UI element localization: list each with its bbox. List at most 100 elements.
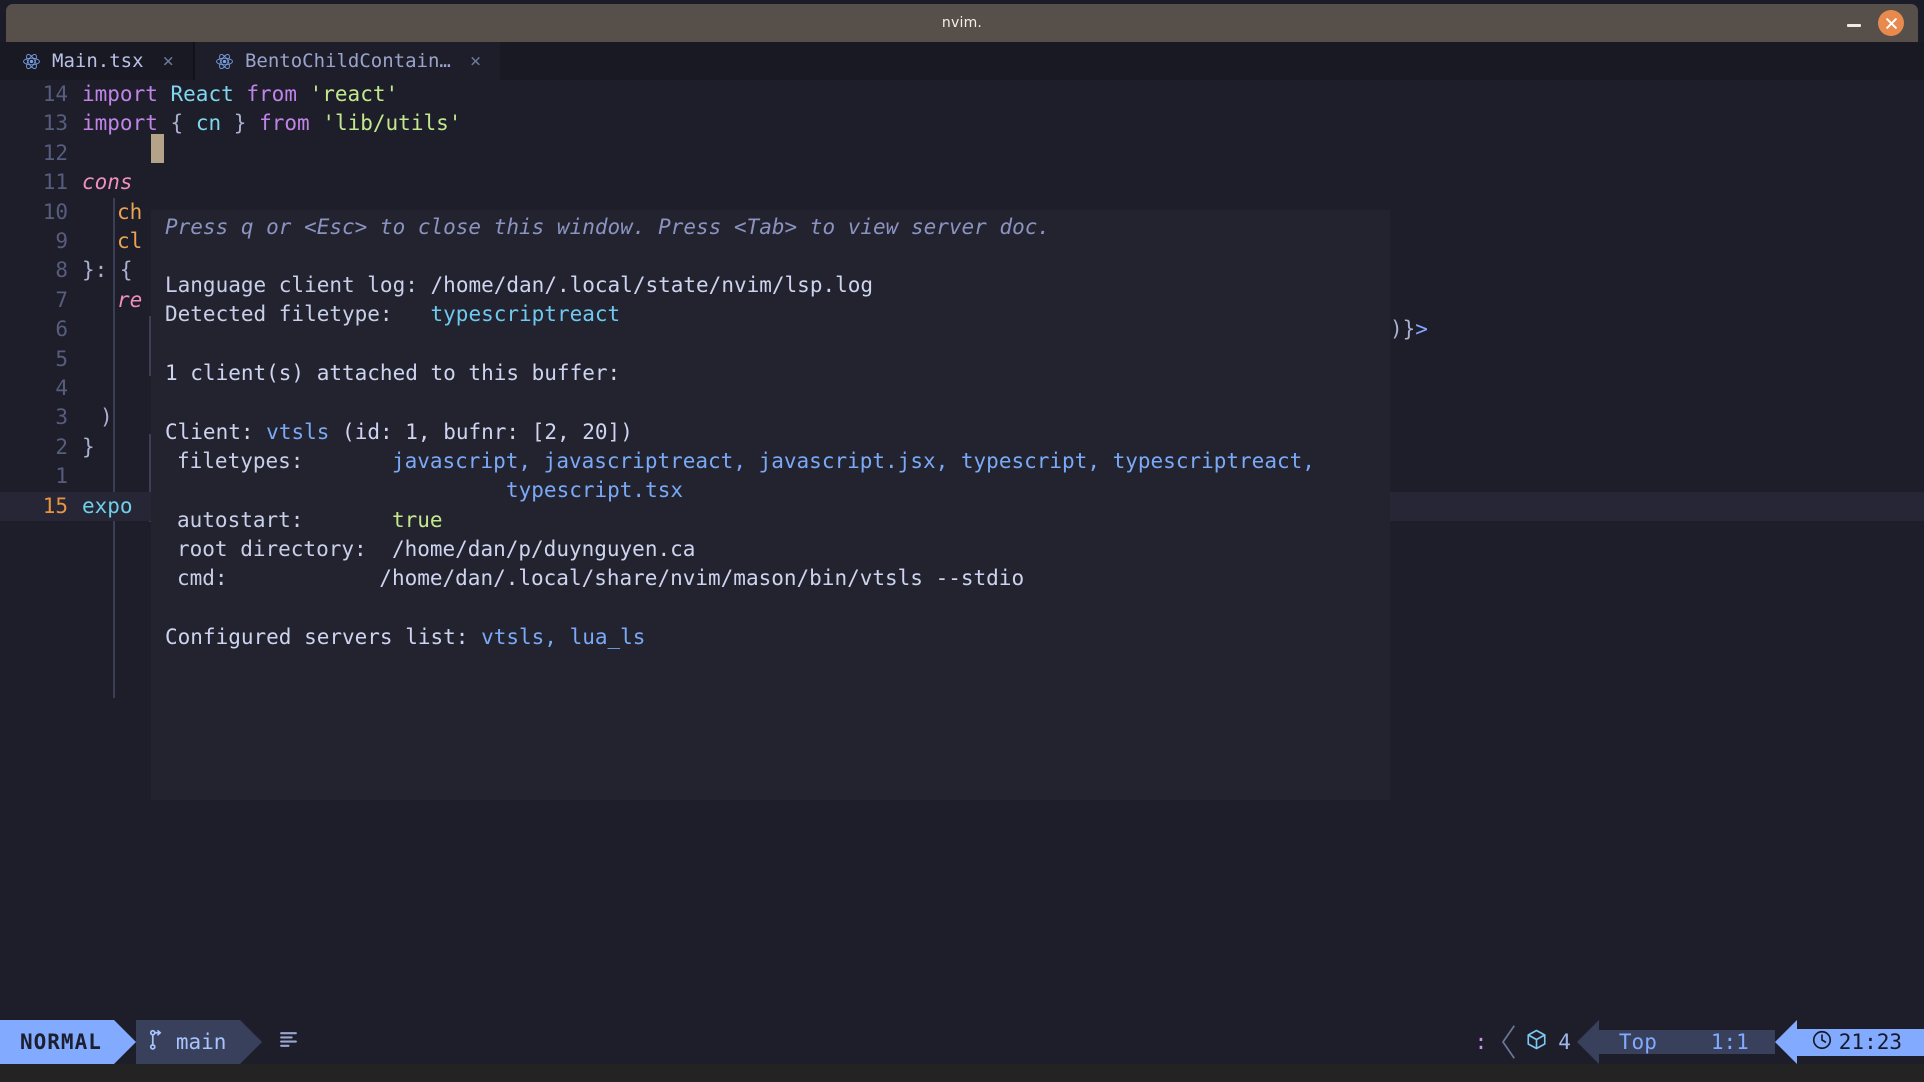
line-number: 9 [55, 229, 68, 253]
react-icon [215, 52, 234, 71]
nvim-window: nvim. Main.tsx × BentoChildContain… × 14… [0, 0, 1924, 1082]
token-import: import [82, 111, 158, 136]
token-import: import [82, 82, 158, 106]
token-brace-close: } [82, 434, 95, 459]
token-jsx-tail: )}> [1390, 317, 1428, 342]
line-number: 10 [42, 199, 68, 224]
package-count: 4 [1558, 1030, 1571, 1054]
token-const: cons [82, 170, 133, 195]
token-brace-close: } [233, 111, 247, 136]
float-hint-text: Press q or <Esc> to close this window. P… [165, 215, 1051, 239]
title-bar: nvim. [6, 4, 1918, 42]
window-title: nvim. [941, 15, 983, 31]
close-icon[interactable] [1878, 10, 1904, 36]
float-rootdir-line: root directory: /home/dan/p/duynguyen.ca [177, 535, 1382, 564]
token-react: React [170, 82, 234, 106]
status-right: : 4 Top 1:1 21:23 [1465, 1020, 1924, 1064]
autostart-value: true [391, 508, 443, 532]
rootdir-value: /home/dan/p/duynguyen.ca [391, 537, 696, 561]
scroll-position: Top [1618, 1030, 1657, 1054]
token-export: expo [82, 493, 133, 518]
tab-bentochildcontainer[interactable]: BentoChildContain… × [192, 42, 501, 80]
status-mode: NORMAL [0, 1020, 114, 1064]
mode-arrow [113, 1020, 136, 1064]
status-clock: 21:23 [1796, 1028, 1924, 1056]
code-line-tail: )}> [1390, 315, 1924, 344]
line-number-current: 15 [42, 493, 68, 518]
token-paren-close: ) [100, 405, 113, 430]
float-filetypes-line: filetypes: javascript, javascriptreact, … [177, 447, 1382, 476]
filetype-label: Detected filetype: [165, 302, 393, 326]
status-git-branch[interactable]: main [135, 1020, 241, 1064]
float-servers-line: Configured servers list: vtsls, lua_ls [165, 623, 1382, 652]
bottom-strip [0, 1064, 1924, 1082]
status-line: NORMAL main : 4 Top 1:1 21:23 [0, 1020, 1924, 1064]
float-filetypes-line2: typescript.tsx [506, 478, 684, 502]
code-line[interactable]: 14 import React from 'react' [0, 80, 1924, 109]
status-package-count[interactable]: 4 [1525, 1028, 1577, 1056]
token-module: 'react' [309, 82, 399, 106]
line-number: 8 [55, 258, 68, 283]
client-meta: (id: 1, bufnr: [2, 20]) [342, 420, 633, 444]
filetype-value: typescriptreact [430, 302, 621, 326]
client-name: vtsls [266, 420, 330, 444]
code-line[interactable]: 12 [0, 139, 1924, 168]
log-label: Language client log: [165, 273, 418, 297]
line-content: import React from 'react' [82, 80, 398, 109]
line-number: 11 [42, 170, 68, 195]
code-line[interactable]: 13 import { cn } from 'lib/utils' [0, 109, 1924, 138]
status-position: Top 1:1 [1598, 1030, 1775, 1054]
token-from: from [246, 82, 297, 106]
token-from: from [259, 111, 310, 136]
editor-area[interactable]: 14 import React from 'react' 13 import {… [0, 80, 1924, 1020]
token-ch: ch [117, 199, 143, 224]
cmd-value: /home/dan/.local/share/nvim/mason/bin/vt… [379, 566, 1025, 590]
package-icon [1525, 1028, 1548, 1056]
position-arrow [1576, 1020, 1599, 1064]
float-autostart-line: autostart: true [177, 506, 1382, 535]
float-log-line: Language client log: /home/dan/.local/st… [165, 271, 1382, 300]
token-brace-open: { [170, 111, 184, 136]
float-clients-line: 1 client(s) attached to this buffer: [165, 361, 621, 385]
token-module: 'lib/utils' [322, 111, 462, 136]
cmd-label: cmd: [177, 566, 228, 590]
tab-label: Main.tsx [52, 50, 144, 72]
tab-main-tsx[interactable]: Main.tsx × [0, 42, 193, 80]
filetypes-label: filetypes: [177, 449, 304, 473]
clock-time: 21:23 [1838, 1030, 1902, 1054]
servers-label: Configured servers list: [165, 625, 469, 649]
window-controls [1844, 4, 1904, 42]
tab-close-icon[interactable]: × [163, 51, 174, 71]
token-re: re [117, 287, 143, 312]
status-left: NORMAL main [0, 1020, 315, 1064]
branch-arrow [240, 1020, 263, 1064]
autostart-label: autostart: [177, 508, 304, 532]
line-number: 2 [55, 434, 68, 459]
line-number: 4 [55, 376, 68, 400]
line-content: import { cn } from 'lib/utils' [82, 109, 461, 138]
status-colon-indicator: : [1474, 1030, 1488, 1054]
log-path: /home/dan/.local/state/nvim/lsp.log [430, 273, 874, 297]
filetypes-value: javascript, javascriptreact, javascript.… [391, 449, 1315, 473]
line-number: 5 [55, 346, 68, 371]
lsp-info-float-window[interactable]: Press q or <Esc> to close this window. P… [151, 210, 1390, 800]
float-client-line: Client: vtsls (id: 1, bufnr: [2, 20]) [165, 418, 1382, 447]
time-arrow [1774, 1020, 1797, 1064]
client-label: Client: [165, 420, 254, 444]
code-line[interactable]: 11 cons [0, 168, 1924, 197]
tab-bar-empty-space [500, 42, 1924, 80]
git-branch-icon [148, 1029, 165, 1056]
line-col-position: 1:1 [1710, 1030, 1749, 1054]
token-cl: cl [117, 229, 143, 253]
float-cmd-line: cmd: /home/dan/.local/share/nvim/mason/b… [177, 564, 1382, 593]
git-branch-name: main [175, 1030, 227, 1054]
line-number: 6 [55, 317, 68, 342]
minimize-icon[interactable] [1844, 13, 1864, 33]
status-lines-indicator[interactable] [262, 1020, 315, 1064]
servers-value: vtsls, lua_ls [481, 625, 646, 649]
react-icon [22, 52, 41, 71]
line-number: 3 [55, 405, 68, 430]
tab-label: BentoChildContain… [244, 50, 451, 72]
text-lines-icon [278, 1029, 299, 1055]
tab-close-icon[interactable]: × [470, 51, 481, 71]
